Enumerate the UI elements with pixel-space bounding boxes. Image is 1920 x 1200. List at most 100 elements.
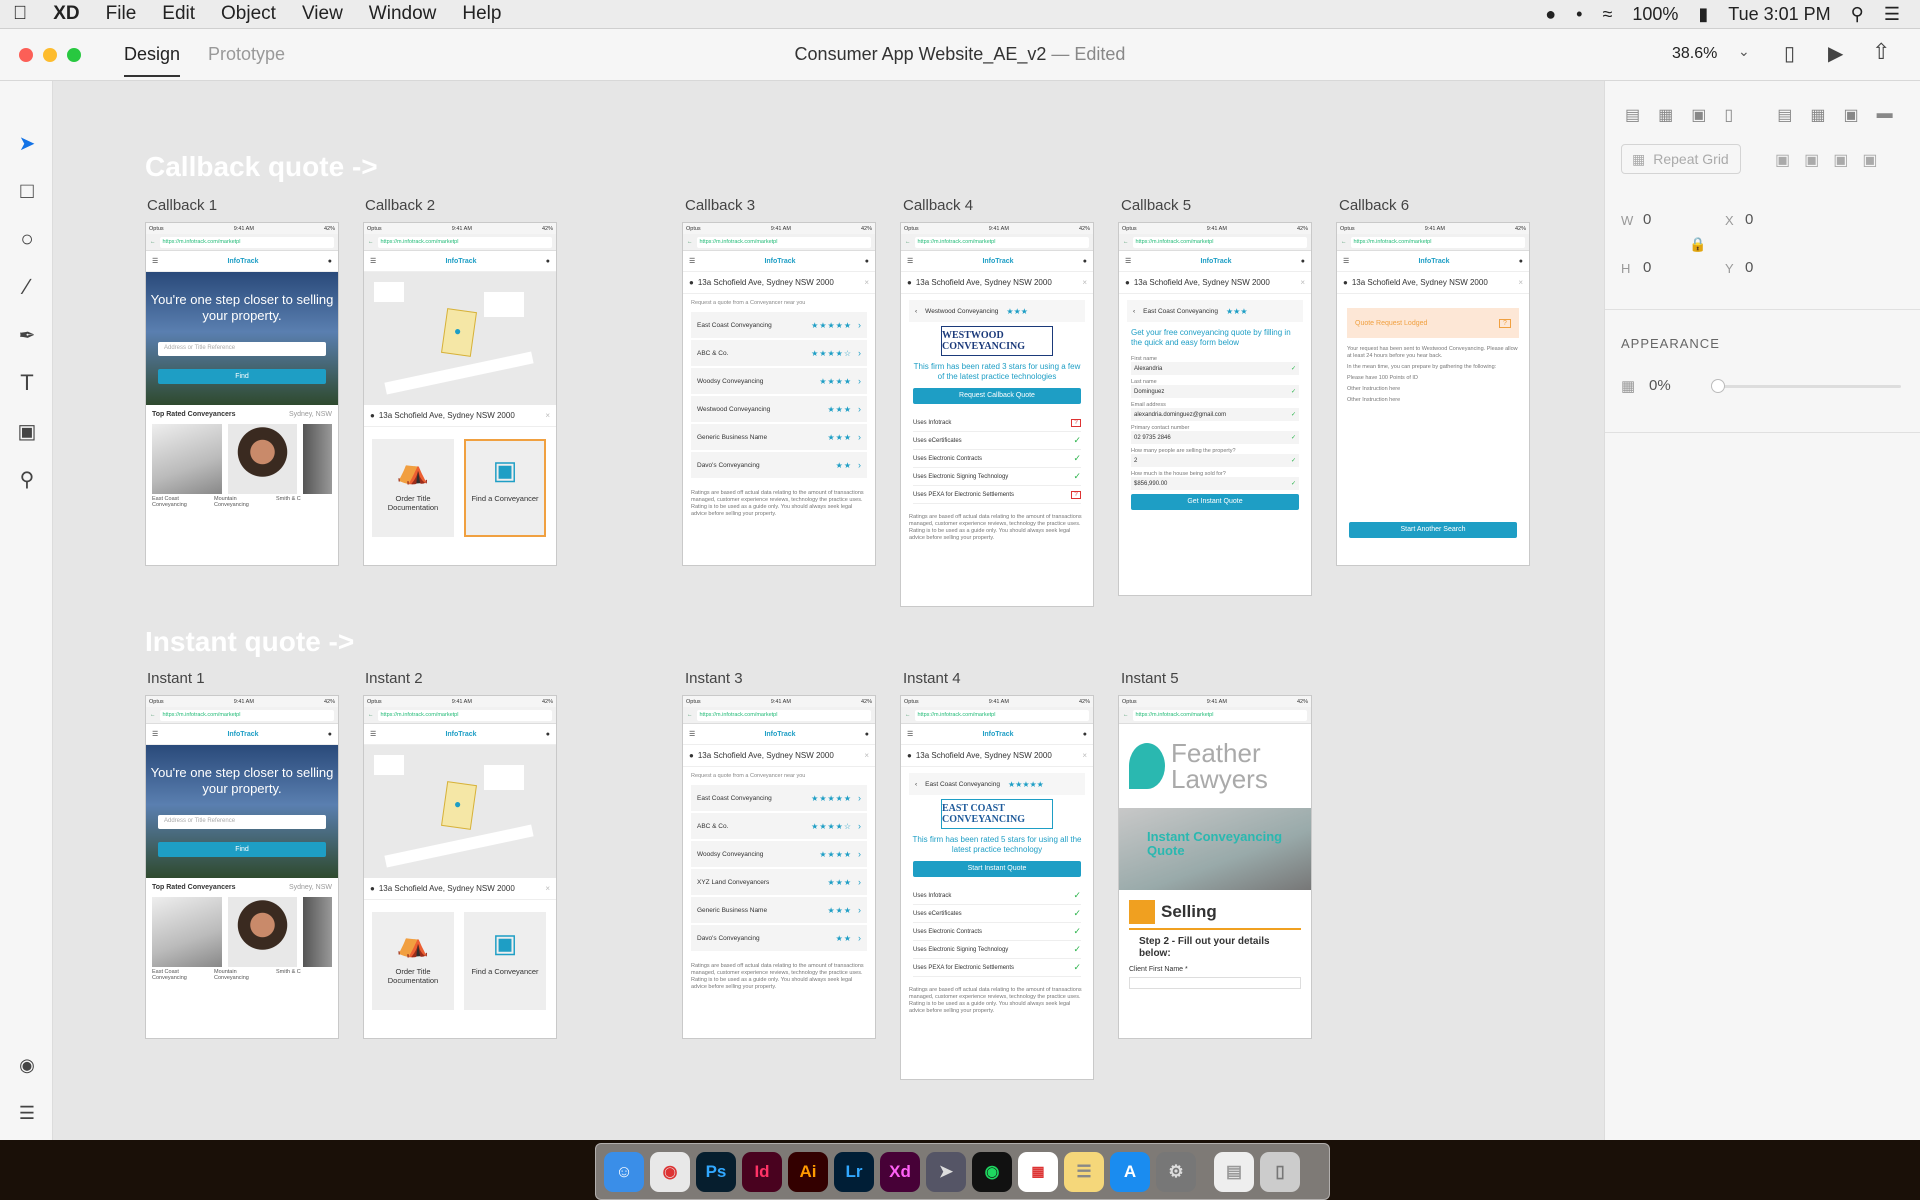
- field-text: Alexandria: [1134, 365, 1163, 372]
- artboard-label-instant-2[interactable]: Instant 2: [365, 670, 423, 687]
- opacity-slider[interactable]: [1717, 385, 1901, 388]
- artboard-label-callback-2[interactable]: Callback 2: [365, 197, 435, 214]
- creative-cloud-icon[interactable]: ●: [1545, 4, 1556, 25]
- battery-icon[interactable]: ▮: [1698, 4, 1708, 25]
- site-header: ☰ InfoTrack ●: [683, 724, 875, 745]
- artboard-instant-1[interactable]: Optus 9:41 AM 42% ← https://m.infotrack.com…: [145, 695, 339, 1039]
- pen-tool-icon[interactable]: ✒: [13, 321, 41, 349]
- battery-percent[interactable]: 100%: [1632, 4, 1678, 25]
- artboard-instant-2[interactable]: Optus 9:41 AM 42% ← https://m.infotrack.com…: [363, 695, 557, 1039]
- design-canvas[interactable]: Callback quote -> Instant quote -> Callb…: [53, 81, 1604, 1140]
- apple-icon[interactable]: : [0, 3, 40, 25]
- artboard-callback-6[interactable]: Optus 9:41 AM 42% ← https://m.infotrack.com…: [1336, 222, 1530, 566]
- menu-view[interactable]: View: [289, 3, 356, 25]
- h-field[interactable]: 0: [1643, 259, 1651, 276]
- artboard-instant-4[interactable]: Optus 9:41 AM 42% ← https://m.infotrack.com…: [900, 695, 1094, 1080]
- artboard-tool-icon[interactable]: ▣: [13, 417, 41, 445]
- artboard-callback-2[interactable]: Optus 9:41 AM 42% ← https://m.infotrack.com…: [363, 222, 557, 566]
- align-bottom-icon[interactable]: ▣: [1691, 105, 1706, 125]
- menu-object[interactable]: Object: [208, 3, 289, 25]
- subtract-icon[interactable]: ▣: [1804, 150, 1819, 170]
- launchpad-icon[interactable]: ➤: [926, 1151, 966, 1192]
- menu-help[interactable]: Help: [449, 3, 514, 25]
- opacity-field[interactable]: 0%: [1649, 377, 1671, 394]
- finder-icon[interactable]: ☺: [604, 1151, 644, 1192]
- add-icon[interactable]: ▣: [1775, 150, 1790, 170]
- align-left-icon[interactable]: ▤: [1777, 105, 1792, 125]
- spotify-icon[interactable]: ◉: [972, 1151, 1012, 1192]
- align-middle-icon[interactable]: ▦: [1658, 105, 1673, 125]
- line-tool-icon[interactable]: ∕: [13, 273, 41, 301]
- notification-center-icon[interactable]: ☰: [1884, 4, 1900, 25]
- play-preview-icon[interactable]: ▶: [1828, 41, 1843, 66]
- lock-aspect-icon[interactable]: 🔒: [1689, 236, 1706, 253]
- illustrator-icon[interactable]: Ai: [788, 1151, 828, 1192]
- distribute-horizontal-icon[interactable]: ▬: [1877, 105, 1893, 125]
- firm-name: Generic Business Name: [697, 906, 768, 914]
- exclude-icon[interactable]: ▣: [1862, 150, 1877, 170]
- chrome-icon[interactable]: ◉: [650, 1151, 690, 1192]
- spotlight-icon[interactable]: ⚲: [1851, 4, 1864, 25]
- menu-window[interactable]: Window: [356, 3, 450, 25]
- rectangle-tool-icon[interactable]: □: [13, 177, 41, 205]
- artboard-instant-3[interactable]: Optus 9:41 AM 42% ← https://m.infotrack.com…: [682, 695, 876, 1039]
- tech-label: Uses Electronic Contracts: [913, 928, 983, 935]
- device-preview-icon[interactable]: ▯: [1784, 41, 1795, 66]
- artboard-instant-5[interactable]: Optus 9:41 AM 42% ← https://m.infotrack.com…: [1118, 695, 1312, 1039]
- trash-icon[interactable]: ▯: [1260, 1151, 1300, 1192]
- lodged-banner: Quote Request Lodged?: [1347, 308, 1519, 338]
- text-tool-icon[interactable]: T: [13, 369, 41, 397]
- align-right-icon[interactable]: ▣: [1843, 105, 1858, 125]
- artboard-label-callback-4[interactable]: Callback 4: [903, 197, 973, 214]
- align-center-icon[interactable]: ▦: [1810, 105, 1825, 125]
- bluetooth-icon[interactable]: •: [1576, 4, 1582, 25]
- ellipse-tool-icon[interactable]: ○: [13, 225, 41, 253]
- documents-icon[interactable]: ▤: [1214, 1151, 1254, 1192]
- address-text: 13a Schofield Ave, Sydney NSW 2000: [1133, 278, 1270, 287]
- mock-battery: 42%: [1296, 698, 1308, 705]
- notes-icon[interactable]: ☰: [1064, 1151, 1104, 1192]
- select-tool-icon[interactable]: ➤: [13, 129, 41, 157]
- align-top-icon[interactable]: ▤: [1625, 105, 1640, 125]
- symbols-icon[interactable]: ◉: [13, 1051, 41, 1079]
- app-menu[interactable]: XD: [40, 3, 92, 25]
- artboard-callback-3[interactable]: Optus 9:41 AM 42% ← https://m.infotrack.com…: [682, 222, 876, 566]
- share-icon[interactable]: ⇧: [1872, 39, 1890, 65]
- chevron-left-icon: ‹: [1133, 307, 1136, 315]
- lightroom-icon[interactable]: Lr: [834, 1151, 874, 1192]
- repeat-grid-button[interactable]: ▦ Repeat Grid: [1621, 144, 1741, 174]
- menu-file[interactable]: File: [93, 3, 150, 25]
- zoom-tool-icon[interactable]: ⚲: [13, 465, 41, 493]
- artboard-callback-4[interactable]: Optus 9:41 AM 42% ← https://m.infotrack.com…: [900, 222, 1094, 607]
- wifi-icon[interactable]: ≈: [1602, 4, 1612, 25]
- artboard-label-instant-5[interactable]: Instant 5: [1121, 670, 1179, 687]
- menu-edit[interactable]: Edit: [149, 3, 208, 25]
- artboard-label-callback-5[interactable]: Callback 5: [1121, 197, 1191, 214]
- layers-icon[interactable]: ☰: [13, 1099, 41, 1127]
- clock[interactable]: Tue 3:01 PM: [1728, 4, 1830, 25]
- artboard-callback-5[interactable]: Optus 9:41 AM 42% ← https://m.infotrack.com…: [1118, 222, 1312, 596]
- artboard-label-callback-3[interactable]: Callback 3: [685, 197, 755, 214]
- indesign-icon[interactable]: Id: [742, 1151, 782, 1192]
- artboard-callback-1[interactable]: Optus 9:41 AM 42% ← https://m.infotrack.com…: [145, 222, 339, 566]
- artboard-label-instant-3[interactable]: Instant 3: [685, 670, 743, 687]
- photoshop-icon[interactable]: Ps: [696, 1151, 736, 1192]
- caption: Mountain Conveyancing: [214, 969, 249, 981]
- app-store-icon[interactable]: A: [1110, 1151, 1150, 1192]
- zoom-dropdown-icon[interactable]: ⌄: [1738, 43, 1750, 60]
- artboard-label-instant-1[interactable]: Instant 1: [147, 670, 205, 687]
- artboard-label-callback-6[interactable]: Callback 6: [1339, 197, 1409, 214]
- x-field[interactable]: 0: [1745, 211, 1753, 228]
- system-preferences-icon[interactable]: ⚙: [1156, 1151, 1196, 1192]
- y-field[interactable]: 0: [1745, 259, 1753, 276]
- intersect-icon[interactable]: ▣: [1833, 150, 1848, 170]
- w-field[interactable]: 0: [1643, 211, 1651, 228]
- close-icon: ×: [864, 278, 869, 287]
- distribute-icon[interactable]: ▯: [1724, 105, 1733, 125]
- zoom-level[interactable]: 38.6%: [1672, 45, 1717, 63]
- opacity-slider-handle[interactable]: [1711, 379, 1725, 393]
- artboard-label-callback-1[interactable]: Callback 1: [147, 197, 217, 214]
- calendar-icon[interactable]: ▦: [1018, 1151, 1058, 1192]
- artboard-label-instant-4[interactable]: Instant 4: [903, 670, 961, 687]
- xd-icon[interactable]: Xd: [880, 1151, 920, 1192]
